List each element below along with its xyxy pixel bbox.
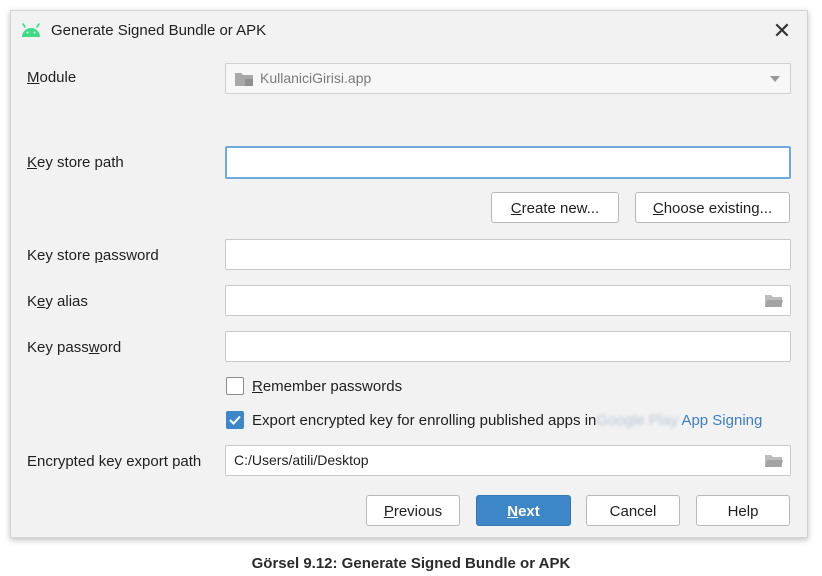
chevron-down-icon[interactable]: [770, 76, 780, 82]
signed-bundle-dialog: Generate Signed Bundle or APK ✕ Module K…: [10, 10, 808, 538]
folder-icon[interactable]: [764, 293, 784, 308]
dialog-title: Generate Signed Bundle or APK: [51, 22, 267, 39]
module-value: KullaniciGirisi.app: [260, 70, 372, 86]
key-store-path-input[interactable]: [225, 146, 791, 179]
module-label: Module: [27, 69, 77, 86]
module-folder-icon: [235, 73, 253, 86]
key-store-path-label: Key store path: [27, 154, 124, 171]
help-button[interactable]: Help: [696, 495, 790, 526]
folder-icon[interactable]: [764, 453, 784, 468]
key-password-label: Key password: [27, 339, 122, 356]
key-store-password-input[interactable]: [225, 239, 791, 270]
module-select[interactable]: KullaniciGirisi.app: [225, 63, 791, 94]
encrypted-key-export-path-input[interactable]: C:/Users/atili/Desktop: [225, 445, 791, 476]
key-alias-input[interactable]: [225, 285, 791, 316]
close-icon: ✕: [772, 18, 792, 43]
export-encrypted-key-label[interactable]: Export encrypted key for enrolling publi…: [252, 412, 762, 429]
next-button[interactable]: Next: [476, 495, 571, 526]
figure-caption: Görsel 9.12: Generate Signed Bundle or A…: [251, 555, 571, 572]
create-new-button[interactable]: Create new...: [491, 192, 619, 223]
key-store-password-label: Key store password: [27, 247, 159, 264]
key-password-input[interactable]: [225, 331, 791, 362]
close-button[interactable]: ✕: [769, 18, 795, 44]
key-alias-label: Key alias: [27, 293, 88, 310]
android-icon: [22, 23, 40, 37]
export-encrypted-key-checkbox[interactable]: [226, 411, 244, 429]
remember-passwords-label[interactable]: Remember passwords: [252, 378, 402, 395]
cancel-button[interactable]: Cancel: [586, 495, 680, 526]
app-signing-link[interactable]: App Signing: [681, 412, 762, 429]
checkmark-icon: [229, 415, 241, 425]
remember-passwords-checkbox[interactable]: [226, 377, 244, 395]
choose-existing-button[interactable]: Choose existing...: [635, 192, 790, 223]
google-play-text: Google Play: [596, 412, 679, 429]
previous-button[interactable]: Previous: [366, 495, 460, 526]
title-bar: Generate Signed Bundle or APK ✕: [11, 11, 807, 51]
encrypted-key-export-path-label: Encrypted key export path: [27, 453, 202, 470]
